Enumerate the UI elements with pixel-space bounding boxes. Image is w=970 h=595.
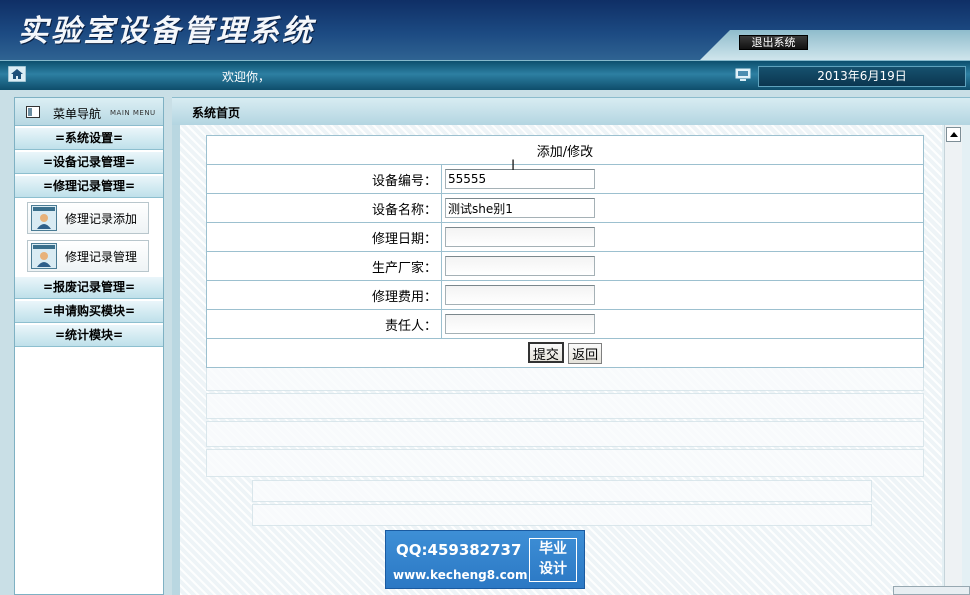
welcome-text: 欢迎你， [222, 70, 271, 84]
menu-item-box: 修理记录管理 [27, 240, 149, 272]
sidebar-menu: 菜单导航 MAIN MENU =系统设置= =设备记录管理= =修理记录管理= … [14, 97, 164, 595]
menu-title-en: MAIN MENU [110, 109, 156, 117]
content-area: 添加/修改 设备编号： 设备名称： 修理日期： 生产厂家： 修理费用： [180, 125, 942, 595]
watermark-banner: QQ:459382737 www.kecheng8.com 毕业 设计 [385, 530, 585, 589]
menu-item-box: 修理记录添加 [27, 202, 149, 234]
edit-form: 添加/修改 设备编号： 设备名称： 修理日期： 生产厂家： 修理费用： [206, 135, 924, 368]
breadcrumb[interactable]: 系统首页 [192, 104, 240, 121]
scroll-up-button[interactable] [946, 127, 961, 142]
responsible-person-input[interactable] [445, 314, 595, 334]
user-icon [31, 205, 57, 231]
menu-item-repair-manage[interactable]: 修理记录管理 [15, 237, 163, 275]
manufacturer-input[interactable] [445, 256, 595, 276]
watermark-qq: QQ:459382737 [396, 541, 522, 559]
logout-button[interactable]: 退出系统 [739, 35, 808, 50]
menu-header: 菜单导航 MAIN MENU [15, 98, 163, 126]
menu-group-statistics[interactable]: =统计模块= [15, 324, 163, 347]
home-icon[interactable] [8, 66, 26, 82]
text-cursor-icon: Ι [511, 158, 516, 174]
field-label: 设备名称： [206, 193, 442, 223]
menu-icon [26, 106, 40, 118]
background-artifact [206, 421, 924, 447]
field-label: 修理费用： [206, 280, 442, 310]
repair-date-input[interactable] [445, 227, 595, 247]
watermark-badge-line2: 设计 [539, 561, 567, 577]
repair-cost-input[interactable] [445, 285, 595, 305]
menu-item-label: 修理记录添加 [65, 211, 138, 226]
content-header: 系统首页 [172, 97, 970, 125]
watermark-badge: 毕业 设计 [529, 538, 577, 582]
watermark-badge-line1: 毕业 [539, 541, 567, 557]
menu-title: 菜单导航 [53, 107, 102, 121]
device-id-input[interactable] [445, 169, 595, 189]
menu-item-label: 修理记录管理 [65, 249, 138, 264]
field-label: 修理日期： [206, 222, 442, 252]
watermark-url: www.kecheng8.com [393, 568, 528, 582]
field-label: 生产厂家： [206, 251, 442, 281]
menu-group-scrap-records[interactable]: =报废记录管理= [15, 276, 163, 299]
form-row-repair-date: 修理日期： [206, 222, 924, 252]
app-header: 实验室设备管理系统 退出系统 [0, 0, 970, 60]
back-button[interactable]: 返回 [568, 343, 603, 364]
form-row-repair-cost: 修理费用： [206, 280, 924, 310]
submit-button[interactable]: 提交 [527, 342, 564, 363]
device-name-input[interactable] [445, 198, 595, 218]
field-label: 责任人： [206, 309, 442, 339]
app-title: 实验室设备管理系统 [18, 14, 315, 49]
top-bar: 欢迎你， 2013年6月19日 [0, 60, 970, 90]
form-row-device-name: 设备名称： [206, 193, 924, 223]
form-row-device-id: 设备编号： [206, 164, 924, 194]
field-label: 设备编号： [206, 164, 442, 194]
form-actions: 提交 返回 [206, 338, 924, 368]
menu-group-equipment-records[interactable]: =设备记录管理= [15, 151, 163, 174]
corner-widget[interactable] [893, 586, 970, 595]
form-title: 添加/修改 [206, 135, 924, 165]
background-artifact [252, 504, 872, 526]
user-icon [31, 243, 57, 269]
menu-group-purchase-requests[interactable]: =申请购买模块= [15, 300, 163, 323]
background-artifact [206, 393, 924, 419]
background-artifact [206, 365, 924, 391]
background-artifact [252, 480, 872, 502]
monitor-icon [735, 68, 751, 81]
menu-item-repair-add[interactable]: 修理记录添加 [15, 199, 163, 237]
form-row-responsible-person: 责任人： [206, 309, 924, 339]
date-display: 2013年6月19日 [758, 66, 966, 87]
background-artifact [206, 449, 924, 477]
content-frame: 添加/修改 设备编号： 设备名称： 修理日期： 生产厂家： 修理费用： [172, 125, 970, 595]
form-row-manufacturer: 生产厂家： [206, 251, 924, 281]
vertical-scrollbar[interactable] [944, 125, 962, 595]
menu-group-system-settings[interactable]: =系统设置= [15, 127, 163, 150]
menu-group-repair-records[interactable]: =修理记录管理= [15, 175, 163, 198]
